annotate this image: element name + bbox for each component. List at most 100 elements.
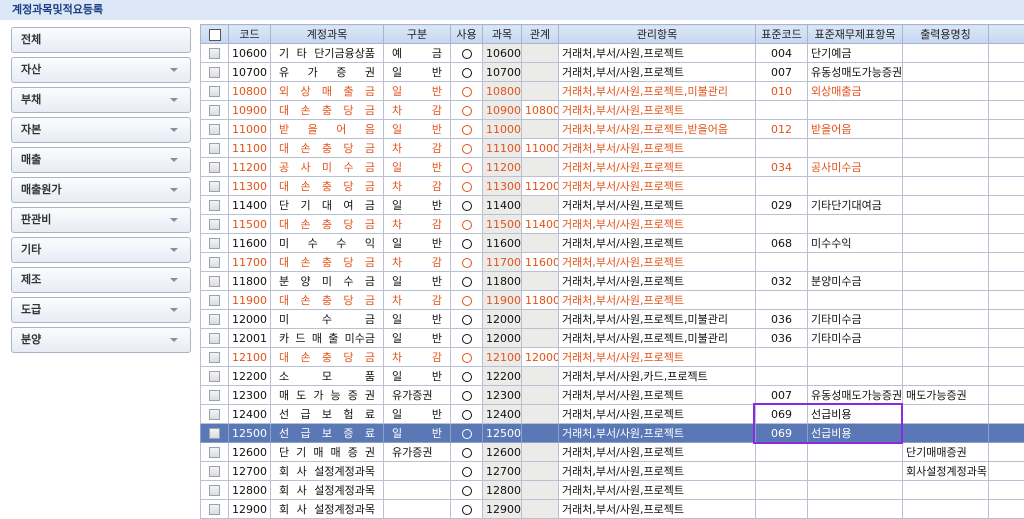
- name-cell[interactable]: 회 사 설정계정과목: [271, 481, 384, 500]
- checkbox-icon[interactable]: [209, 371, 220, 382]
- category-button[interactable]: 자본: [11, 117, 191, 143]
- use-cell[interactable]: [451, 177, 483, 196]
- use-cell[interactable]: [451, 291, 483, 310]
- stditem-cell[interactable]: [808, 367, 903, 386]
- row-checkbox[interactable]: [201, 310, 229, 329]
- table-row[interactable]: 12001카 드 매 출 미수금일 반12000거래처,부서/사원,프로젝트,미…: [201, 329, 1024, 348]
- name-cell[interactable]: 소 모 품: [271, 367, 384, 386]
- type-cell[interactable]: 차 감: [384, 291, 451, 310]
- stdcode-cell[interactable]: [756, 139, 808, 158]
- code-cell[interactable]: 10600: [229, 44, 271, 63]
- col-stdcode[interactable]: 표준코드: [756, 25, 808, 44]
- row-checkbox[interactable]: [201, 272, 229, 291]
- table-row[interactable]: 10600기 타 단기금융상품예 금10600거래처,부서/사원,프로젝트004…: [201, 44, 1024, 63]
- use-cell[interactable]: [451, 139, 483, 158]
- stditem-cell[interactable]: [808, 481, 903, 500]
- mgmt-cell[interactable]: 거래처,부서/사원,카드,프로젝트: [559, 367, 756, 386]
- stditem-cell[interactable]: [808, 177, 903, 196]
- category-button[interactable]: 매출원가: [11, 177, 191, 203]
- checkbox-icon[interactable]: [209, 276, 220, 287]
- name-cell[interactable]: 선 급 보 증 료: [271, 424, 384, 443]
- printname-cell[interactable]: [903, 82, 989, 101]
- category-button[interactable]: 제조: [11, 267, 191, 293]
- row-checkbox[interactable]: [201, 253, 229, 272]
- checkbox-icon[interactable]: [209, 238, 220, 249]
- stdcode-cell[interactable]: 007: [756, 386, 808, 405]
- code-cell[interactable]: 11200: [229, 158, 271, 177]
- table-row[interactable]: 11100대 손 충 당 금차 감1110011000거래처,부서/사원,프로젝…: [201, 139, 1024, 158]
- use-cell[interactable]: [451, 101, 483, 120]
- name-cell[interactable]: 분 양 미 수 금: [271, 272, 384, 291]
- use-cell[interactable]: [451, 234, 483, 253]
- printname-cell[interactable]: [903, 424, 989, 443]
- mgmt-cell[interactable]: 거래처,부서/사원,프로젝트: [559, 139, 756, 158]
- table-row[interactable]: 11500대 손 충 당 금차 감1150011400거래처,부서/사원,프로젝…: [201, 215, 1024, 234]
- col-printname[interactable]: 출력용명칭: [903, 25, 989, 44]
- table-row[interactable]: 12500선 급 보 증 료일 반12500거래처,부서/사원,프로젝트069선…: [201, 424, 1024, 443]
- name-cell[interactable]: 대 손 충 당 금: [271, 101, 384, 120]
- stdcode-cell[interactable]: [756, 367, 808, 386]
- row-checkbox[interactable]: [201, 196, 229, 215]
- stdcode-cell[interactable]: 032: [756, 272, 808, 291]
- use-cell[interactable]: [451, 63, 483, 82]
- name-cell[interactable]: 단 기 대 여 금: [271, 196, 384, 215]
- printname-cell[interactable]: [903, 500, 989, 519]
- table-row[interactable]: 12700회 사 설정계정과목12700거래처,부서/사원,프로젝트회사설정계정…: [201, 462, 1024, 481]
- mgmt-cell[interactable]: 거래처,부서/사원,프로젝트: [559, 177, 756, 196]
- table-row[interactable]: 12000미 수 금일 반12000거래처,부서/사원,프로젝트,미불관리036…: [201, 310, 1024, 329]
- printname-cell[interactable]: [903, 139, 989, 158]
- mgmt-cell[interactable]: 거래처,부서/사원,프로젝트: [559, 63, 756, 82]
- row-checkbox[interactable]: [201, 443, 229, 462]
- table-row[interactable]: 10900대 손 충 당 금차 감1090010800거래처,부서/사원,프로젝…: [201, 101, 1024, 120]
- name-cell[interactable]: 선 급 보 험 료: [271, 405, 384, 424]
- type-cell[interactable]: 일 반: [384, 82, 451, 101]
- use-cell[interactable]: [451, 158, 483, 177]
- code-cell[interactable]: 12200: [229, 367, 271, 386]
- table-row[interactable]: 11400단 기 대 여 금일 반11400거래처,부서/사원,프로젝트029기…: [201, 196, 1024, 215]
- code-cell[interactable]: 11900: [229, 291, 271, 310]
- table-row[interactable]: 12600단 기 매 매 증 권유가증권12600거래처,부서/사원,프로젝트단…: [201, 443, 1024, 462]
- checkbox-icon[interactable]: [209, 219, 220, 230]
- checkbox-icon[interactable]: [209, 48, 220, 59]
- col-code[interactable]: 코드: [229, 25, 271, 44]
- use-cell[interactable]: [451, 481, 483, 500]
- code-cell[interactable]: 12001: [229, 329, 271, 348]
- mgmt-cell[interactable]: 거래처,부서/사원,프로젝트: [559, 405, 756, 424]
- col-type[interactable]: 구분: [384, 25, 451, 44]
- use-cell[interactable]: [451, 253, 483, 272]
- stditem-cell[interactable]: [808, 500, 903, 519]
- type-cell[interactable]: 차 감: [384, 177, 451, 196]
- stditem-cell[interactable]: 공사미수금: [808, 158, 903, 177]
- checkbox-icon[interactable]: [209, 390, 220, 401]
- name-cell[interactable]: 공 사 미 수 금: [271, 158, 384, 177]
- printname-cell[interactable]: [903, 120, 989, 139]
- stditem-cell[interactable]: [808, 215, 903, 234]
- stdcode-cell[interactable]: 012: [756, 120, 808, 139]
- code-cell[interactable]: 11500: [229, 215, 271, 234]
- use-cell[interactable]: [451, 44, 483, 63]
- stditem-cell[interactable]: 분양미수금: [808, 272, 903, 291]
- type-cell[interactable]: 차 감: [384, 101, 451, 120]
- table-row[interactable]: 11300대 손 충 당 금차 감1130011200거래처,부서/사원,프로젝…: [201, 177, 1024, 196]
- row-checkbox[interactable]: [201, 481, 229, 500]
- mgmt-cell[interactable]: 거래처,부서/사원,프로젝트: [559, 272, 756, 291]
- checkbox-icon[interactable]: [209, 295, 220, 306]
- row-checkbox[interactable]: [201, 348, 229, 367]
- checkbox-icon[interactable]: [209, 124, 220, 135]
- stdcode-cell[interactable]: [756, 462, 808, 481]
- stditem-cell[interactable]: 기타단기대여금: [808, 196, 903, 215]
- mgmt-cell[interactable]: 거래처,부서/사원,프로젝트: [559, 215, 756, 234]
- row-checkbox[interactable]: [201, 291, 229, 310]
- row-checkbox[interactable]: [201, 120, 229, 139]
- table-row[interactable]: 11200공 사 미 수 금일 반11200거래처,부서/사원,프로젝트034공…: [201, 158, 1024, 177]
- stdcode-cell[interactable]: [756, 481, 808, 500]
- checkbox-icon[interactable]: [209, 409, 220, 420]
- printname-cell[interactable]: [903, 44, 989, 63]
- mgmt-cell[interactable]: 거래처,부서/사원,프로젝트: [559, 386, 756, 405]
- stdcode-cell[interactable]: [756, 215, 808, 234]
- stdcode-cell[interactable]: 036: [756, 329, 808, 348]
- category-button[interactable]: 전체: [11, 27, 191, 53]
- printname-cell[interactable]: 회사설정계정과목: [903, 462, 989, 481]
- row-checkbox[interactable]: [201, 177, 229, 196]
- row-checkbox[interactable]: [201, 234, 229, 253]
